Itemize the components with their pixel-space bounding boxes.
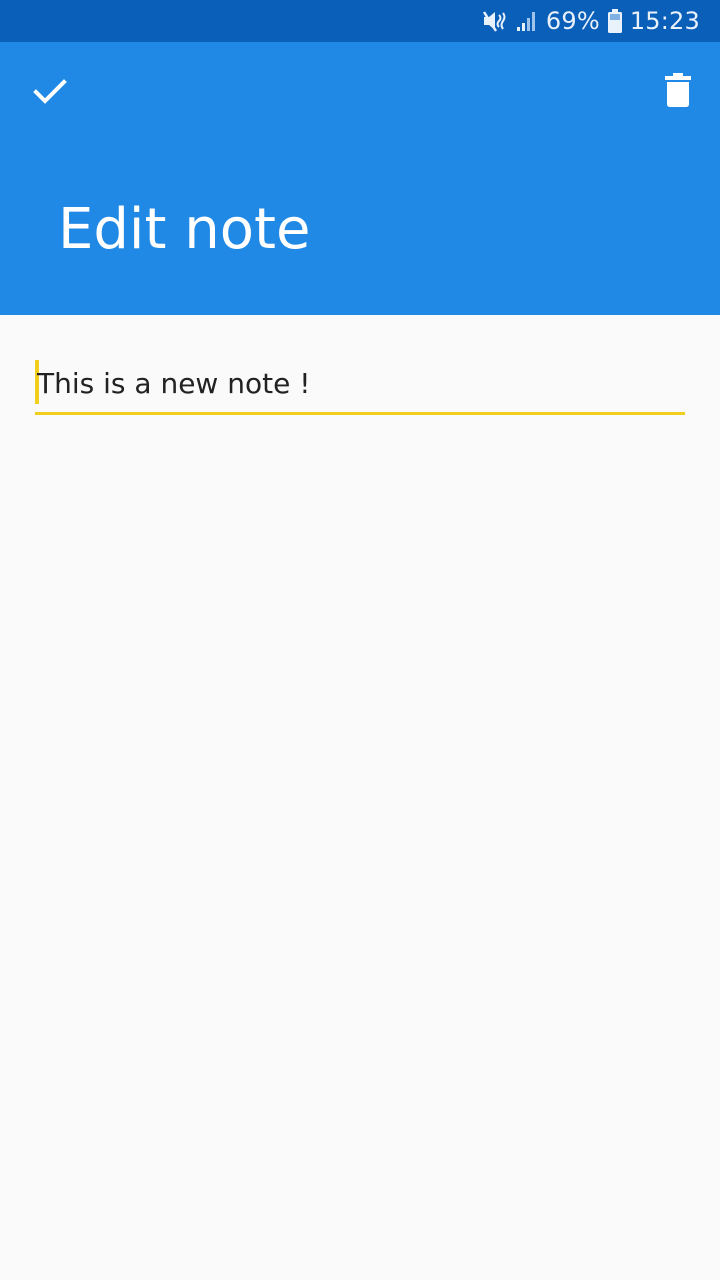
delete-button[interactable] <box>650 64 706 120</box>
status-bar-right: 69% 15:23 <box>482 0 700 42</box>
status-bar: 69% 15:23 <box>0 0 720 42</box>
clock: 15:23 <box>629 7 700 35</box>
battery-icon <box>607 9 622 33</box>
page-title: Edit note <box>58 197 311 262</box>
signal-icon <box>516 10 538 32</box>
note-text-field[interactable]: This is a new note ! <box>35 360 685 415</box>
battery-percent: 69% <box>545 7 600 35</box>
note-text[interactable]: This is a new note ! <box>37 367 310 400</box>
app-bar: Edit note <box>0 42 720 315</box>
edit-note-screen: 69% 15:23 Edit note This is a new note ! <box>0 0 720 1280</box>
trash-icon <box>665 72 691 112</box>
note-editor: This is a new note ! <box>0 315 720 1280</box>
mute-icon <box>482 9 508 33</box>
save-button[interactable] <box>18 66 82 122</box>
check-icon <box>33 78 67 111</box>
